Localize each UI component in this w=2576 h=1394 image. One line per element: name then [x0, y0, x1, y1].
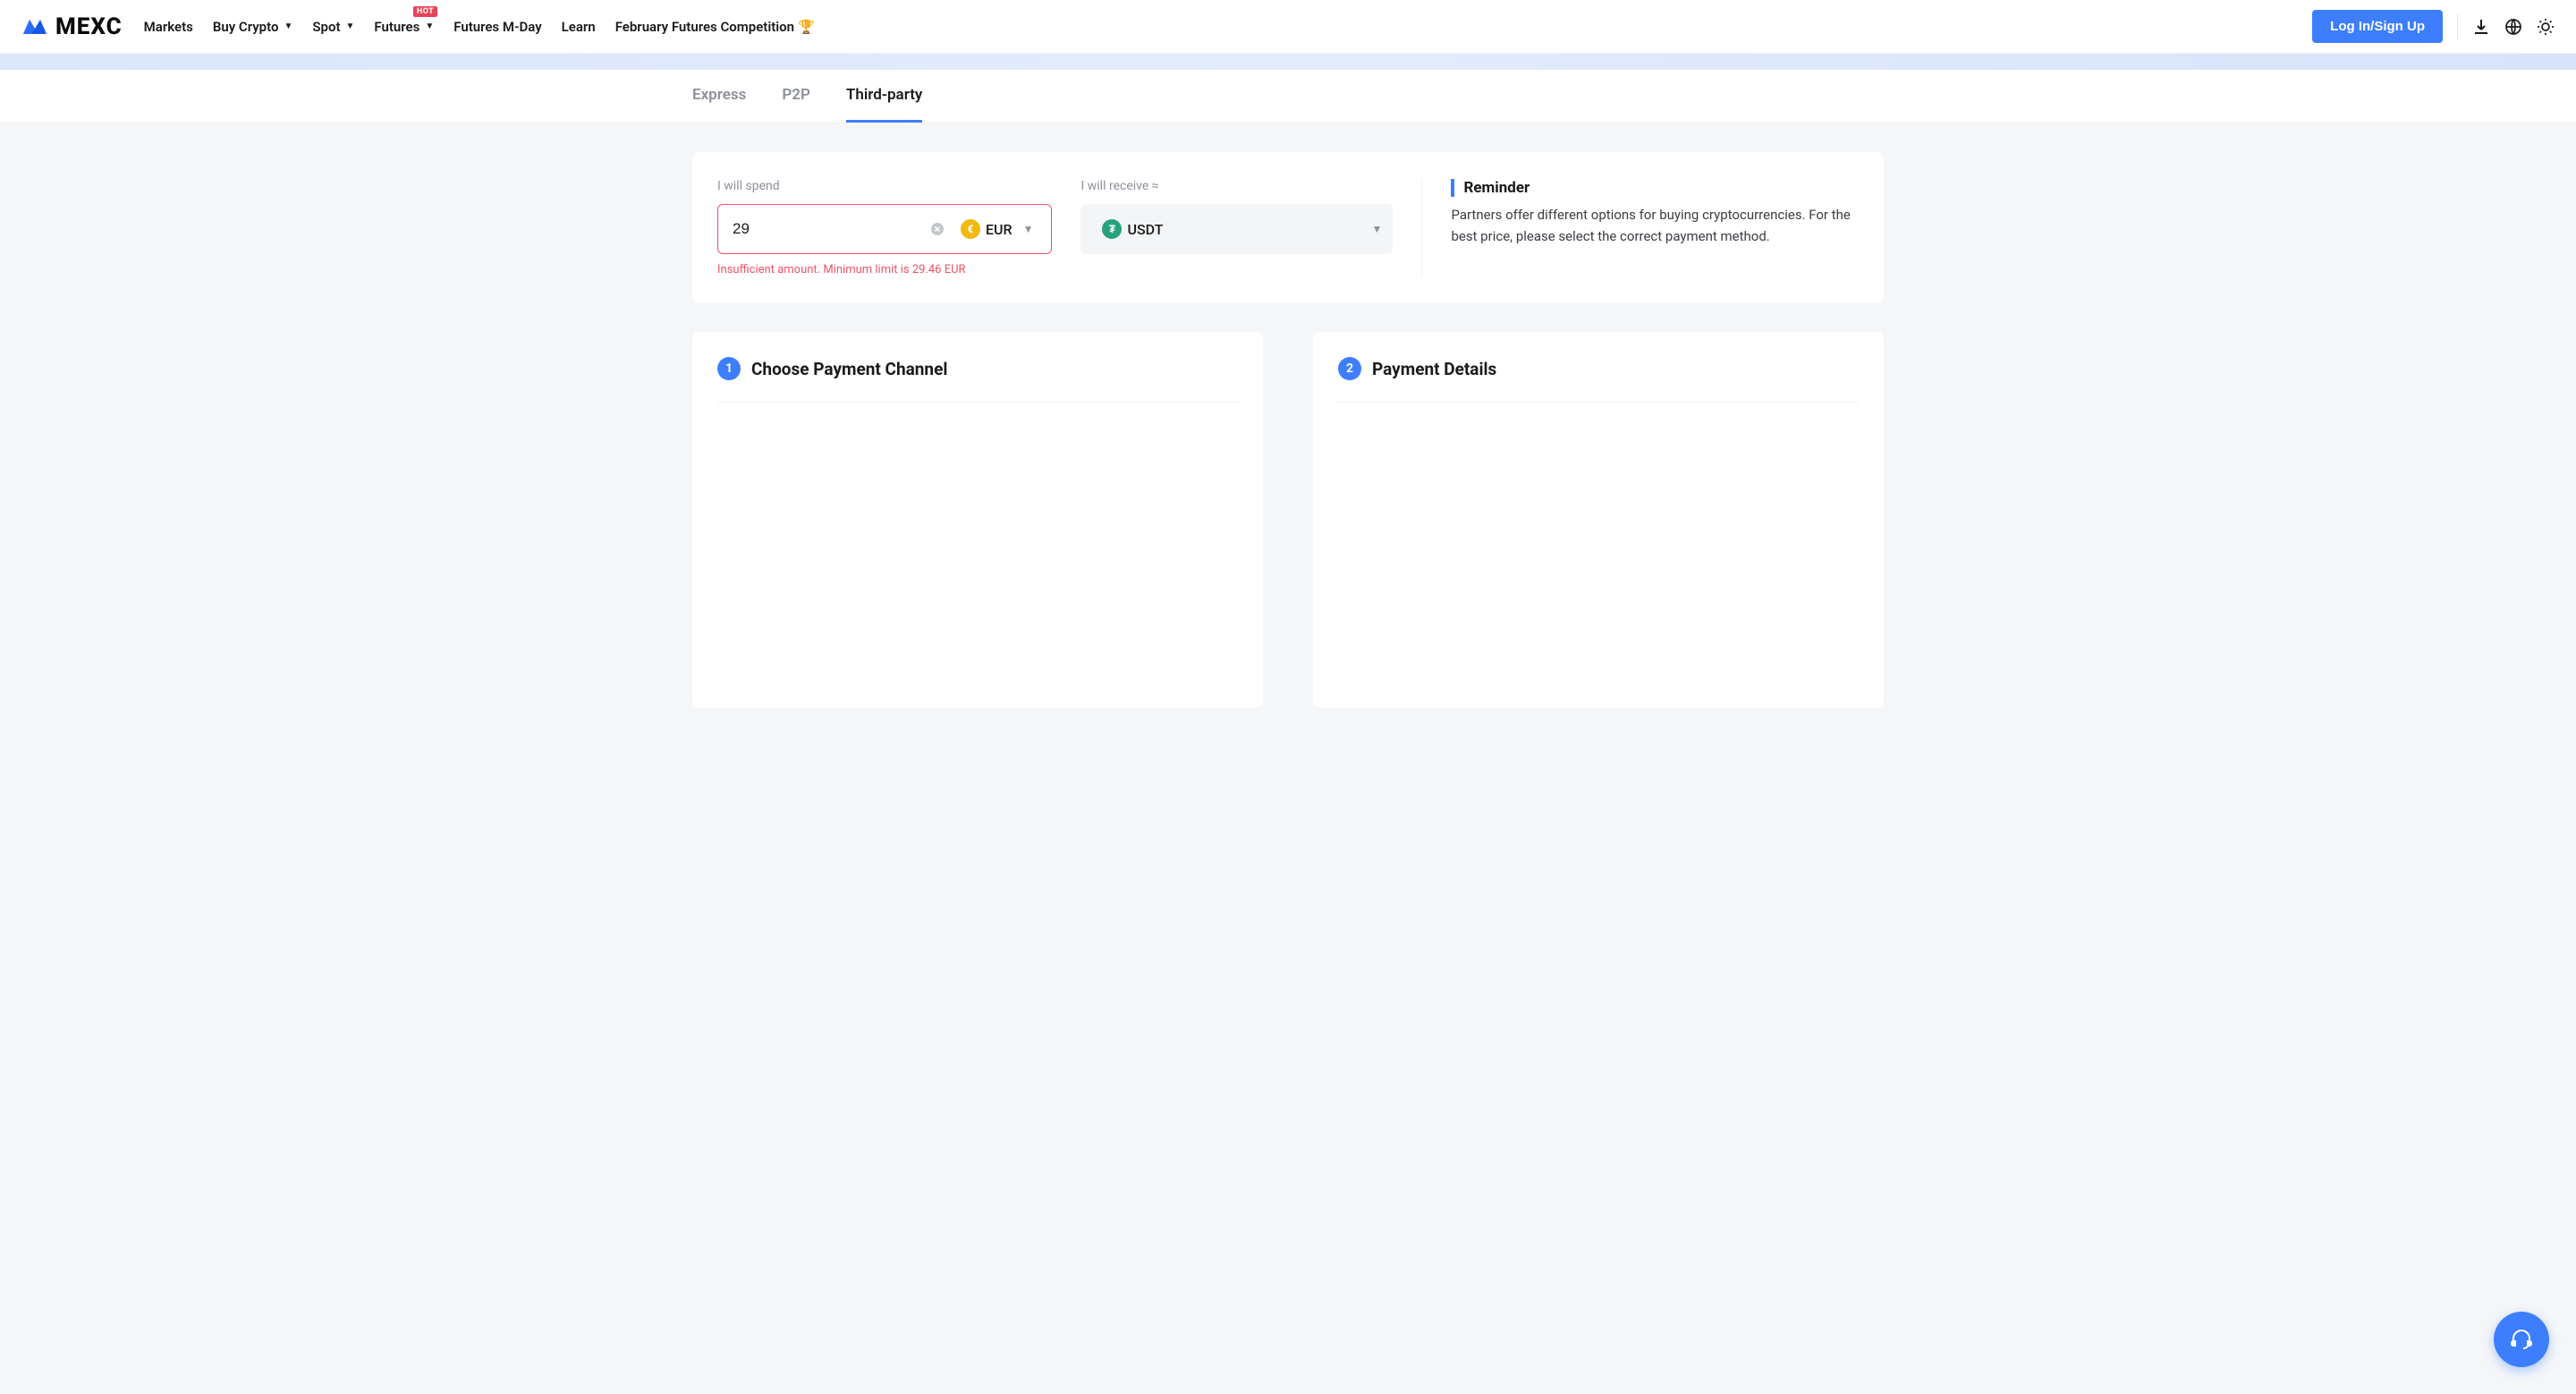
panel-header: 2 Payment Details [1338, 357, 1859, 403]
payment-channel-panel: 1 Choose Payment Channel [692, 332, 1263, 708]
receive-label: I will receive ≈ [1080, 179, 1393, 193]
main-header: MEXC Markets Buy Crypto ▼ Spot ▼ Futures… [0, 0, 2576, 54]
nav-competition[interactable]: February Futures Competition 🏆 [615, 19, 815, 35]
reminder-section: Reminder Partners offer different option… [1421, 179, 1859, 276]
nav-markets[interactable]: Markets [144, 19, 193, 35]
primary-nav: Markets Buy Crypto ▼ Spot ▼ Futures ▼ HO… [144, 19, 2313, 35]
spend-label: I will spend [717, 179, 1052, 193]
reminder-text: Partners offer different options for buy… [1451, 204, 1859, 247]
nav-spot[interactable]: Spot ▼ [312, 19, 354, 35]
spend-currency-text: EUR [986, 221, 1013, 238]
tab-express[interactable]: Express [692, 70, 746, 123]
chevron-down-icon: ▼ [1023, 223, 1034, 235]
clear-icon[interactable] [930, 222, 945, 236]
panels-row: 1 Choose Payment Channel 2 Payment Detai… [692, 332, 1884, 708]
divider [2457, 14, 2458, 39]
payment-channel-title: Choose Payment Channel [751, 359, 947, 379]
receive-currency-select[interactable]: ₮ USDT [1095, 214, 1170, 244]
brand-logo[interactable]: MEXC [21, 13, 123, 40]
spend-input-wrap: € EUR ▼ [717, 204, 1052, 254]
page-content: I will spend € EUR ▼ Insufficient amount… [671, 123, 1905, 736]
tab-third-party[interactable]: Third-party [846, 70, 923, 123]
reminder-title: Reminder [1451, 179, 1859, 197]
receive-input-wrap: ₮ USDT ▼ [1080, 204, 1393, 254]
support-fab[interactable] [2494, 1312, 2549, 1367]
subnav-container: Express P2P Third-party [0, 70, 2576, 123]
chevron-down-icon: ▼ [425, 21, 434, 31]
exchange-card: I will spend € EUR ▼ Insufficient amount… [692, 152, 1884, 303]
banner-strip [0, 54, 2576, 70]
spend-error-text: Insufficient amount. Minimum limit is 29… [717, 263, 1052, 276]
headset-icon [2509, 1327, 2534, 1352]
nav-buy-crypto[interactable]: Buy Crypto ▼ [213, 19, 293, 35]
nav-learn[interactable]: Learn [562, 19, 596, 35]
theme-icon[interactable] [2537, 18, 2555, 36]
step-badge-1: 1 [717, 357, 741, 380]
subnav: Express P2P Third-party [671, 70, 1905, 123]
spend-field-group: I will spend € EUR ▼ Insufficient amount… [717, 179, 1052, 276]
step-badge-2: 2 [1338, 357, 1361, 380]
eur-coin-icon: € [961, 219, 980, 239]
nav-futures[interactable]: Futures ▼ HOT [374, 19, 434, 35]
chevron-down-icon[interactable]: ▼ [1372, 223, 1383, 235]
chevron-down-icon: ▼ [346, 21, 355, 31]
trophy-icon: 🏆 [798, 19, 815, 35]
payment-details-title: Payment Details [1372, 359, 1496, 379]
brand-text: MEXC [55, 13, 123, 40]
nav-futures-mday[interactable]: Futures M-Day [453, 19, 541, 35]
payment-details-panel: 2 Payment Details [1313, 332, 1884, 708]
usdt-coin-icon: ₮ [1102, 219, 1122, 239]
header-actions: Log In/Sign Up [2312, 10, 2555, 43]
logo-icon [21, 16, 48, 38]
globe-icon[interactable] [2504, 18, 2522, 36]
hot-badge: HOT [413, 6, 437, 17]
login-signup-button[interactable]: Log In/Sign Up [2312, 10, 2443, 43]
download-icon[interactable] [2472, 18, 2490, 36]
panel-header: 1 Choose Payment Channel [717, 357, 1238, 403]
receive-currency-text: USDT [1127, 221, 1163, 238]
spend-currency-select[interactable]: € EUR ▼ [953, 214, 1040, 244]
receive-field-group: I will receive ≈ ₮ USDT ▼ [1080, 179, 1393, 276]
chevron-down-icon: ▼ [284, 21, 292, 31]
spend-amount-input[interactable] [733, 220, 930, 238]
tab-p2p[interactable]: P2P [782, 70, 810, 123]
